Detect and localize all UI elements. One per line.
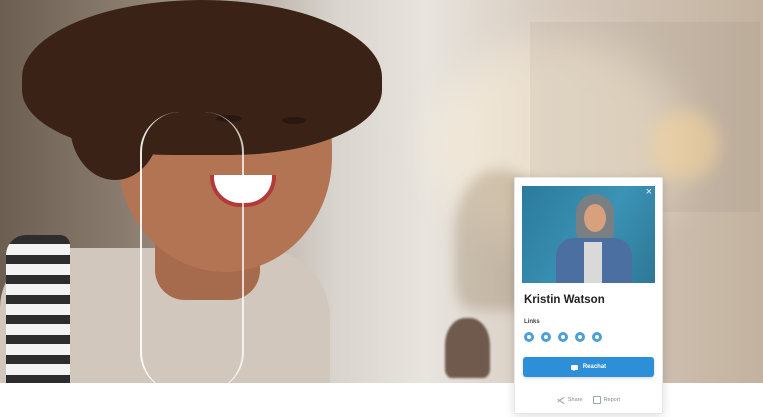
links-label: Links — [524, 319, 540, 325]
card-footer: Share Report — [515, 396, 662, 404]
share-label: Share — [567, 397, 583, 403]
striped-sleeve — [6, 235, 70, 383]
close-icon[interactable] — [592, 332, 602, 342]
flag-icon — [592, 396, 601, 404]
background-person — [445, 318, 490, 378]
earphone-cable — [140, 112, 244, 383]
profile-card: × Kristin Watson Links Reachat Share Rep… — [514, 177, 663, 414]
close-icon[interactable]: × — [646, 187, 652, 198]
social-links — [524, 332, 602, 342]
report-label: Report — [603, 397, 621, 403]
profile-name: Kristin Watson — [524, 294, 605, 306]
reachat-label: Reachat — [582, 364, 607, 370]
message-icon — [570, 364, 578, 371]
report-button[interactable]: Report — [592, 396, 621, 404]
facebook-icon[interactable] — [558, 332, 568, 342]
photo-face — [584, 204, 606, 232]
shirt — [584, 242, 602, 283]
reachat-button[interactable]: Reachat — [523, 357, 654, 377]
profile-photo: × — [522, 186, 655, 283]
eye-right — [282, 117, 306, 124]
linkedin-icon[interactable] — [575, 332, 585, 342]
share-icon — [557, 396, 565, 404]
camera-icon[interactable] — [541, 332, 551, 342]
share-button[interactable]: Share — [557, 396, 583, 404]
globe-icon[interactable] — [524, 332, 534, 342]
